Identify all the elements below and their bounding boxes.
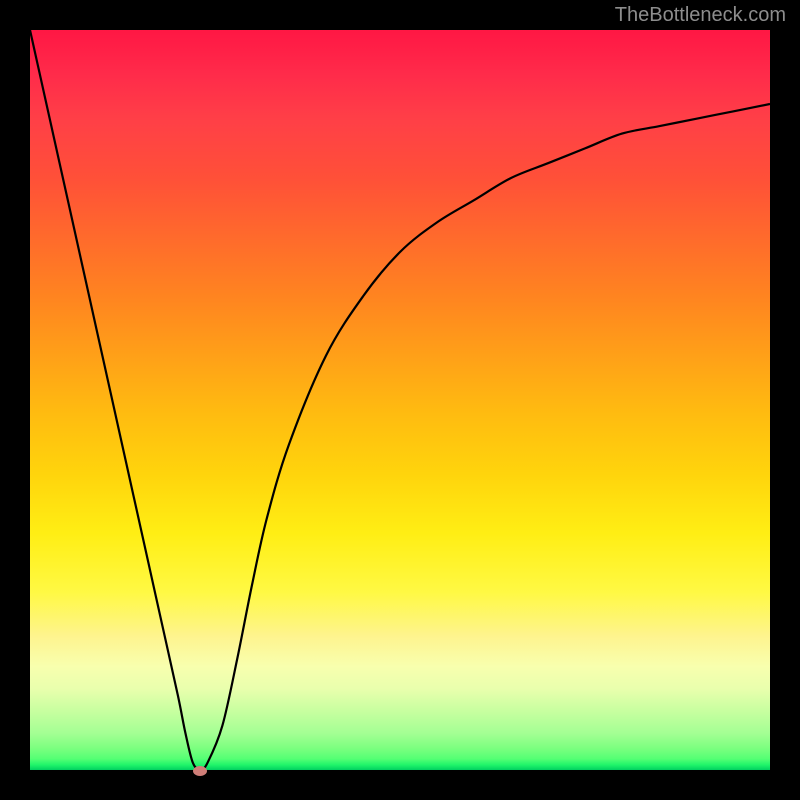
bottleneck-curve (30, 30, 770, 770)
plot-area (30, 30, 770, 770)
curve-svg (30, 30, 770, 770)
watermark: TheBottleneck.com (615, 4, 786, 27)
minimum-marker (193, 766, 207, 776)
chart-frame: TheBottleneck.com (0, 0, 800, 800)
